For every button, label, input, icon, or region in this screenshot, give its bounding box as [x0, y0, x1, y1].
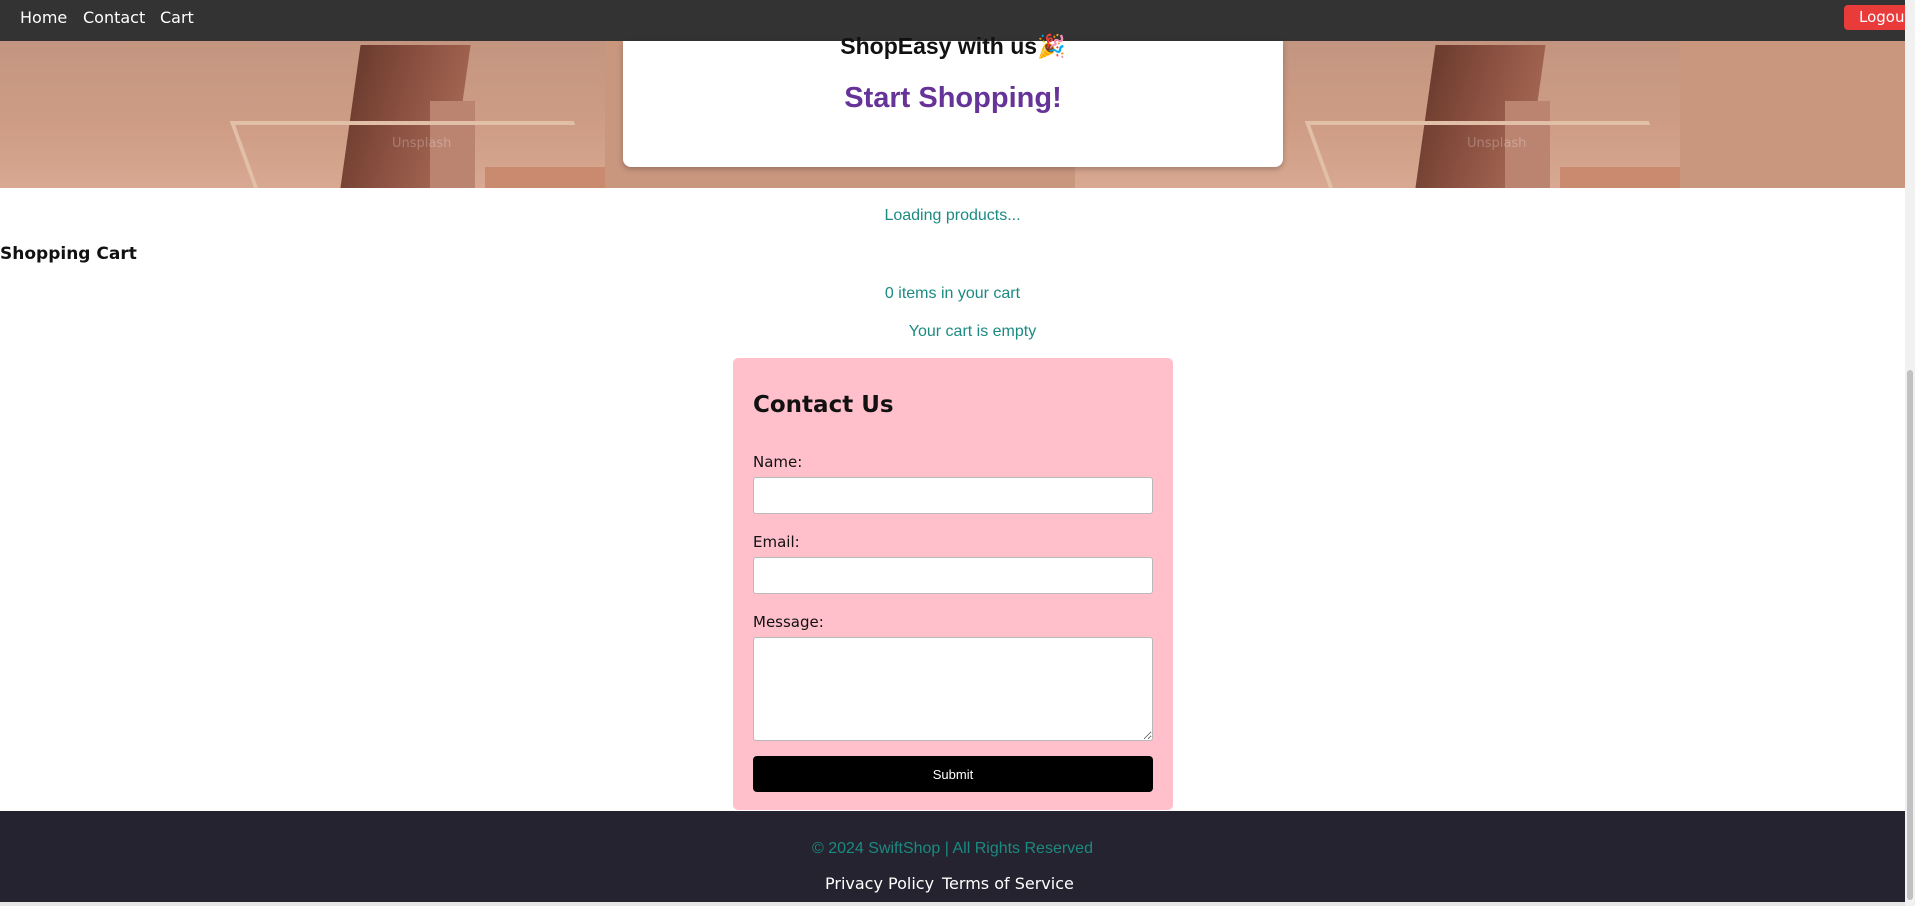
contact-heading: Contact Us — [753, 392, 894, 418]
nav-cart-link[interactable]: Cart — [160, 0, 194, 36]
hero-card: ShopEasy with us🎉 Start Shopping! — [623, 33, 1283, 167]
hero-title: ShopEasy with us🎉 — [840, 33, 1066, 59]
name-label: Name: — [753, 453, 803, 471]
copyright-text: © 2024 SwiftShop | All Rights Reserved — [812, 840, 1093, 857]
contact-form: Contact Us Name: Email: Message: Submit — [733, 358, 1173, 810]
submit-button[interactable]: Submit — [753, 756, 1153, 792]
message-field[interactable] — [753, 637, 1153, 741]
email-label: Email: — [753, 533, 800, 551]
cart-item-count: 0 items in your cart — [884, 285, 1021, 302]
name-field[interactable] — [753, 477, 1153, 514]
cart-empty-message: Your cart is empty — [908, 323, 1037, 340]
vertical-scrollbar[interactable] — [1905, 0, 1915, 906]
privacy-policy-link[interactable]: Privacy Policy — [825, 874, 934, 893]
logout-button[interactable]: Logout — [1844, 5, 1905, 30]
image-watermark: Unsplash — [392, 136, 452, 151]
start-shopping-heading: Start Shopping! — [844, 82, 1062, 114]
scrollbar-thumb[interactable] — [1907, 370, 1913, 900]
horizontal-scrollbar[interactable] — [0, 902, 1905, 906]
shopping-cart-heading: Shopping Cart — [0, 244, 137, 264]
footer: © 2024 SwiftShop | All Rights Reserved P… — [0, 811, 1905, 906]
nav-home-link[interactable]: Home — [20, 0, 67, 36]
message-label: Message: — [753, 613, 824, 631]
email-field[interactable] — [753, 557, 1153, 594]
hero-background-image: Unsplash — [0, 41, 605, 188]
nav-contact-link[interactable]: Contact — [83, 0, 145, 36]
products-loading-status: Loading products... — [884, 207, 1021, 224]
image-watermark: Unsplash — [1467, 136, 1527, 151]
terms-of-service-link[interactable]: Terms of Service — [942, 874, 1074, 893]
